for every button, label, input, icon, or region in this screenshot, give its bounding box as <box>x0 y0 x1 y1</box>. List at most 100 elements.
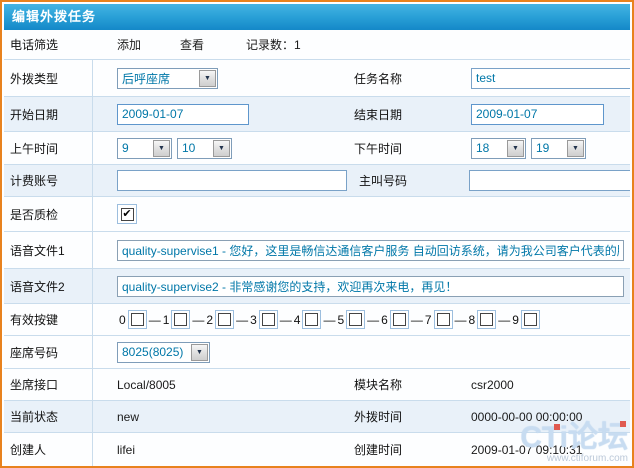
dropdown-arrow-icon: ▼ <box>567 140 584 157</box>
valid-key-digit-6: 6 <box>381 313 388 327</box>
checkbox-unchecked <box>305 313 318 326</box>
valid-key-digit-5: 5 <box>337 313 344 327</box>
valid-key-separator: — <box>455 313 467 327</box>
valid-key-digit-1: 1 <box>163 313 170 327</box>
row-voice-file2: 语音文件2 <box>4 269 630 304</box>
valid-key-checkbox-0[interactable] <box>128 310 147 329</box>
valid-key-separator: — <box>498 313 510 327</box>
valid-key-separator: — <box>323 313 335 327</box>
valid-key-digit-0: 0 <box>119 313 126 327</box>
checkbox-unchecked <box>174 313 187 326</box>
voice-file2-label: 语音文件2 <box>10 278 65 295</box>
row-agent-interface: 坐席接口 Local/8005 模块名称 csr2000 <box>4 369 630 401</box>
valid-key-checkbox-4[interactable] <box>302 310 321 329</box>
module-name-value: csr2000 <box>471 378 514 392</box>
phone-filter-label: 电话筛选 <box>10 36 58 53</box>
create-time-label: 创建时间 <box>354 441 402 458</box>
dropdown-arrow-icon: ▼ <box>507 140 524 157</box>
checkbox-unchecked <box>524 313 537 326</box>
valid-key-separator: — <box>367 313 379 327</box>
valid-key-digit-3: 3 <box>250 313 257 327</box>
agent-number-select[interactable]: 8025(8025) ▼ <box>117 342 210 363</box>
view-link[interactable]: 查看 <box>180 36 204 53</box>
start-date-input[interactable] <box>117 104 249 125</box>
add-link[interactable]: 添加 <box>117 36 141 53</box>
dropdown-arrow-icon: ▼ <box>199 70 216 87</box>
current-status-value: new <box>117 410 139 424</box>
row-quality-check: 是否质检 ✔ <box>4 197 630 232</box>
edit-outbound-task-window: 编辑外拨任务 电话筛选 添加 查看 记录数：1 外拨类型 后呼座席 ▼ 任务名称… <box>0 0 634 468</box>
checkbox-unchecked <box>480 313 493 326</box>
checkbox-unchecked <box>131 313 144 326</box>
outbound-type-select[interactable]: 后呼座席 ▼ <box>117 68 218 89</box>
row-current-status: 当前状态 new 外拨时间 0000-00-00 00:00:00 <box>4 401 630 433</box>
valid-key-digit-2: 2 <box>206 313 213 327</box>
create-time-value: 2009-01-07 09:10:31 <box>471 443 582 457</box>
valid-key-separator: — <box>149 313 161 327</box>
morning-time-label: 上午时间 <box>10 140 58 157</box>
valid-key-digit-9: 9 <box>512 313 519 327</box>
outbound-task-form: 电话筛选 添加 查看 记录数：1 外拨类型 后呼座席 ▼ 任务名称 开始日期 结… <box>4 30 630 466</box>
caller-number-input[interactable] <box>469 170 630 191</box>
afternoon-to-select[interactable]: 19 ▼ <box>531 138 586 159</box>
outbound-time-label: 外拨时间 <box>354 408 402 425</box>
valid-key-separator: — <box>280 313 292 327</box>
voice-file1-input[interactable] <box>117 240 624 261</box>
valid-key-digit-4: 4 <box>294 313 301 327</box>
task-name-input[interactable] <box>471 68 630 89</box>
agent-number-label: 座席号码 <box>10 344 58 361</box>
valid-key-checkbox-8[interactable] <box>477 310 496 329</box>
row-dates: 开始日期 结束日期 <box>4 97 630 132</box>
valid-key-checkbox-3[interactable] <box>259 310 278 329</box>
outbound-time-value: 0000-00-00 00:00:00 <box>471 410 582 424</box>
agent-interface-label: 坐席接口 <box>10 376 58 393</box>
valid-key-checkbox-1[interactable] <box>171 310 190 329</box>
checkbox-unchecked <box>218 313 231 326</box>
valid-key-checkbox-6[interactable] <box>390 310 409 329</box>
creator-value: lifei <box>117 443 135 457</box>
row-voice-file1: 语音文件1 <box>4 232 630 269</box>
start-date-label: 开始日期 <box>10 106 58 123</box>
row-phone-filter: 电话筛选 添加 查看 记录数：1 <box>4 30 630 60</box>
end-date-label: 结束日期 <box>354 106 402 123</box>
row-valid-keys: 有效按键 0—1—2—3—4—5—6—7—8—9 <box>4 304 630 336</box>
dropdown-arrow-icon: ▼ <box>213 140 230 157</box>
current-status-label: 当前状态 <box>10 408 58 425</box>
outbound-type-label: 外拨类型 <box>10 70 58 87</box>
creator-label: 创建人 <box>10 441 46 458</box>
end-date-input[interactable] <box>471 104 604 125</box>
checkbox-unchecked <box>393 313 406 326</box>
valid-key-checkbox-5[interactable] <box>346 310 365 329</box>
checkbox-unchecked <box>437 313 450 326</box>
billing-account-label: 计费账号 <box>10 172 58 189</box>
morning-to-select[interactable]: 10 ▼ <box>177 138 232 159</box>
quality-check-checkbox[interactable]: ✔ <box>117 204 137 224</box>
checkbox-unchecked <box>262 313 275 326</box>
module-name-label: 模块名称 <box>354 376 402 393</box>
valid-key-checkbox-2[interactable] <box>215 310 234 329</box>
valid-key-digit-7: 7 <box>425 313 432 327</box>
dropdown-arrow-icon: ▼ <box>153 140 170 157</box>
record-count: 记录数：1 <box>246 36 301 53</box>
voice-file2-input[interactable] <box>117 276 624 297</box>
valid-key-separator: — <box>192 313 204 327</box>
caller-number-label: 主叫号码 <box>359 172 407 189</box>
valid-key-digit-8: 8 <box>469 313 476 327</box>
valid-keys-label: 有效按键 <box>10 311 58 328</box>
valid-key-checkbox-9[interactable] <box>521 310 540 329</box>
row-billing: 计费账号 主叫号码 <box>4 165 630 197</box>
billing-account-input[interactable] <box>117 170 347 191</box>
checkbox-unchecked <box>349 313 362 326</box>
task-name-label: 任务名称 <box>354 70 402 87</box>
page-title: 编辑外拨任务 <box>4 4 630 30</box>
valid-key-checkbox-7[interactable] <box>434 310 453 329</box>
dropdown-arrow-icon: ▼ <box>191 344 208 361</box>
afternoon-from-select[interactable]: 18 ▼ <box>471 138 526 159</box>
row-creator: 创建人 lifei 创建时间 2009-01-07 09:10:31 <box>4 433 630 466</box>
checkbox-checked-icon: ✔ <box>121 208 134 221</box>
valid-key-separator: — <box>236 313 248 327</box>
quality-check-label: 是否质检 <box>10 206 58 223</box>
morning-from-select[interactable]: 9 ▼ <box>117 138 172 159</box>
row-outbound-type: 外拨类型 后呼座席 ▼ 任务名称 <box>4 60 630 97</box>
voice-file1-label: 语音文件1 <box>10 242 65 259</box>
